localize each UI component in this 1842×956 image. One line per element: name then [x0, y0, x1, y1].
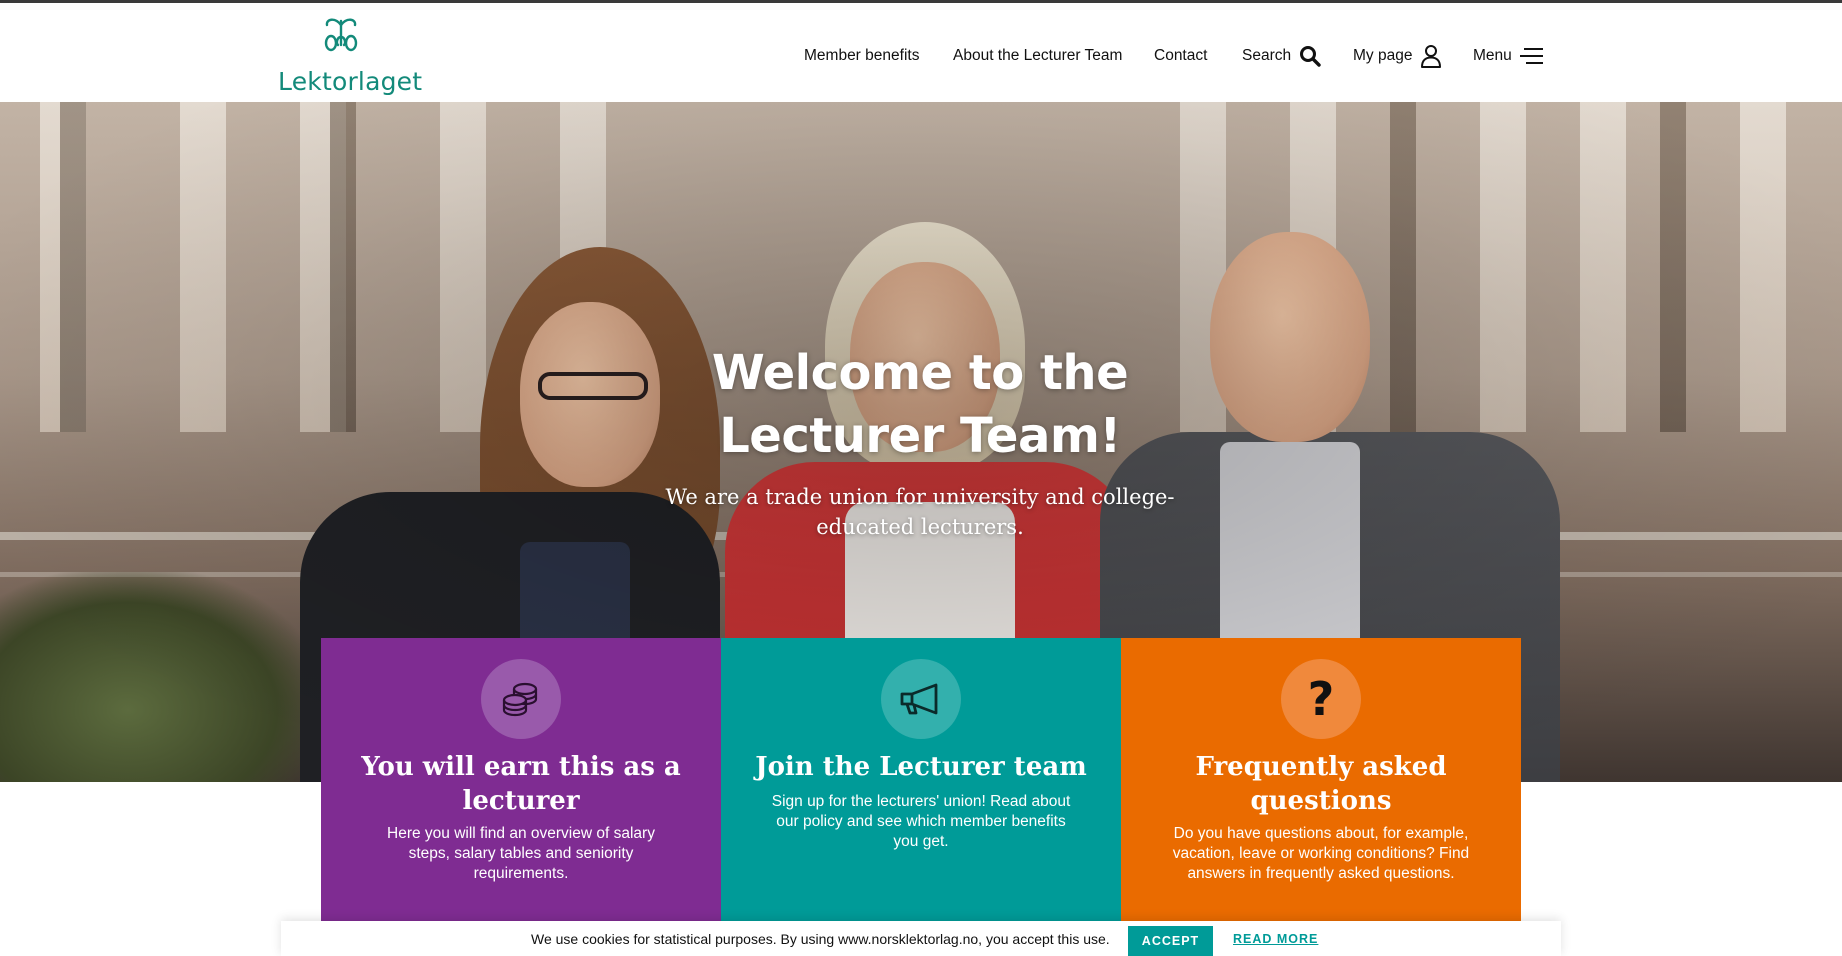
card-join-title: Join the Lecturer team — [755, 752, 1087, 782]
question-mark-icon: ? — [1281, 659, 1361, 739]
cookie-text: We use cookies for statistical purposes.… — [531, 931, 1110, 947]
nav-my-page-button[interactable]: My page — [1353, 44, 1442, 68]
nav-contact[interactable]: Contact — [1154, 47, 1207, 65]
coins-icon — [481, 659, 561, 739]
hero-subtitle: We are a trade union for university and … — [665, 485, 1175, 539]
nav-search-button[interactable]: Search — [1242, 45, 1321, 67]
card-join[interactable]: Join the Lecturer team Sign up for the l… — [721, 638, 1121, 928]
cookie-banner: We use cookies for statistical purposes.… — [281, 921, 1561, 956]
card-faq-title: Frequently asked questions — [1195, 752, 1447, 816]
nav-about-lecturer-team[interactable]: About the Lecturer Team — [953, 47, 1122, 65]
card-salary[interactable]: You will earn this as a lecturer Here yo… — [321, 638, 721, 928]
hero-title: Welcome to the Lecturer Team! — [711, 345, 1129, 464]
logo-link[interactable]: Lektorlaget — [278, 13, 422, 96]
card-faq-text: Do you have questions about, for example… — [1172, 825, 1470, 882]
cookie-accept-button[interactable]: ACCEPT — [1128, 926, 1213, 956]
my-page-label: My page — [1353, 47, 1413, 64]
menu-label: Menu — [1473, 47, 1512, 64]
site-header: Lektorlaget Member benefits About the Le… — [0, 3, 1842, 102]
card-salary-text: Here you will find an overview of salary… — [387, 825, 655, 882]
card-join-text: Sign up for the lecturers' union! Read a… — [771, 793, 1071, 850]
user-icon — [1420, 44, 1442, 68]
card-salary-title: You will earn this as a lecturer — [361, 752, 681, 816]
nav-menu-button[interactable]: Menu — [1473, 47, 1544, 65]
nav-member-benefits[interactable]: Member benefits — [804, 47, 919, 65]
logo-emblem-icon — [324, 18, 358, 52]
hamburger-menu-icon — [1519, 47, 1544, 65]
logo-wordmark: Lektorlaget — [278, 67, 423, 96]
card-faq[interactable]: ? Frequently asked questions Do you have… — [1121, 638, 1521, 928]
megaphone-icon — [881, 659, 961, 739]
search-icon — [1299, 45, 1321, 67]
search-label: Search — [1242, 47, 1292, 64]
cookie-read-more-link[interactable]: READ MORE — [1233, 932, 1318, 946]
